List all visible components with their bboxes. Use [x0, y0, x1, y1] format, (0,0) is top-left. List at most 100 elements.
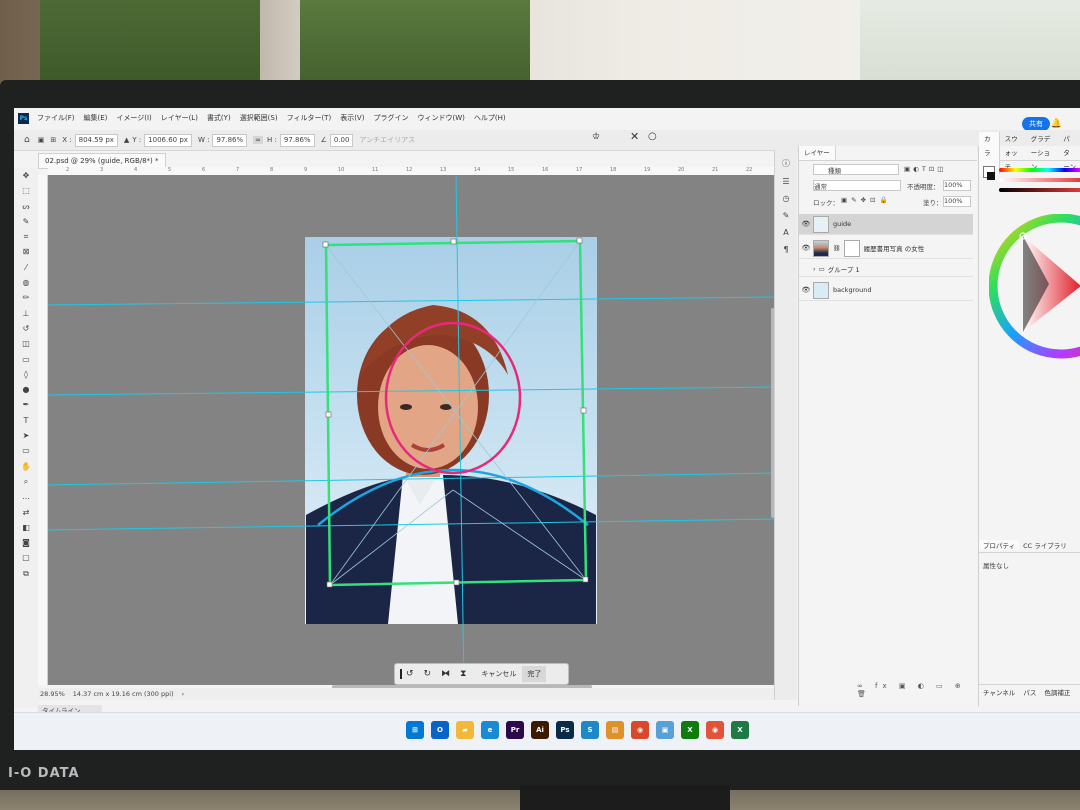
eye-icon[interactable]: 👁 [799, 220, 813, 228]
share-button[interactable]: 共有 [1022, 117, 1050, 131]
chrome-icon[interactable]: ◉ [631, 721, 649, 739]
dodge-tool-icon[interactable]: ● [23, 382, 30, 397]
brush-settings-icon[interactable]: ✎ [783, 211, 790, 220]
photoshop-icon[interactable]: Ps [556, 721, 574, 739]
tab-channels[interactable]: チャンネル [979, 687, 1019, 697]
brightness-slider[interactable] [999, 188, 1080, 192]
frame-tool-icon[interactable]: ⊠ [23, 244, 30, 259]
menu-window[interactable]: ウィンドウ(W) [417, 113, 464, 123]
redo-icon[interactable]: ↻ [424, 669, 432, 679]
layer-row-background[interactable]: 👁 background [799, 280, 973, 301]
menu-filter[interactable]: フィルター(T) [287, 113, 332, 123]
chain-icon[interactable]: ⛓ [833, 245, 841, 252]
x-field[interactable]: 804.59 px [74, 133, 118, 147]
layers-footer-icons[interactable]: ∞ fx ▣ ◐ ▭ ⊕ 🗑 [857, 682, 977, 698]
chevron-right-icon[interactable]: › [813, 265, 816, 273]
shape-tool-icon[interactable]: ▭ [22, 443, 30, 458]
color-swatches-icon[interactable]: ◧ [22, 520, 30, 535]
fill-field[interactable]: 100% [943, 196, 971, 207]
hue-slider[interactable] [999, 168, 1080, 172]
quick-mask-icon[interactable]: ◙ [22, 535, 30, 550]
zoom-level[interactable]: 28.95% [40, 690, 65, 698]
eraser-tool-icon[interactable]: ◫ [22, 336, 30, 351]
crop-tool-icon[interactable]: ⌗ [24, 229, 29, 244]
delta-icon[interactable]: ▲ [124, 136, 129, 144]
app-orange-icon[interactable]: ▤ [606, 721, 624, 739]
document-size[interactable]: 14.37 cm x 19.16 cm (300 ppi) [73, 690, 174, 698]
tab-cc-libraries[interactable]: CC ライブラリ [1019, 540, 1071, 550]
brush-tool-icon[interactable]: ✏ [23, 290, 30, 305]
warp-icon[interactable]: ♔ [592, 132, 600, 142]
y-field[interactable]: 1006.60 px [144, 133, 192, 147]
premiere-icon[interactable]: Pr [506, 721, 524, 739]
status-arrow-icon[interactable]: › [182, 690, 185, 698]
move-tool-icon[interactable]: ✥ [23, 168, 30, 183]
menu-help[interactable]: ヘルプ(H) [474, 113, 506, 123]
stamp-tool-icon[interactable]: ⊥ [23, 306, 30, 321]
xbox-icon[interactable]: X [681, 721, 699, 739]
link-icon[interactable]: ∞ [253, 136, 263, 144]
history-brush-icon[interactable]: ↺ [23, 321, 30, 336]
layer-row-photo[interactable]: 👁 ⛓ 履歴書用写真 の女性 [799, 238, 973, 259]
chrome-2-icon[interactable]: ◉ [706, 721, 724, 739]
layer-kind-filter[interactable]: 種類 [813, 164, 899, 175]
color-wheel[interactable] [989, 214, 1080, 362]
screen-mode-icon[interactable]: ▢ [22, 550, 30, 565]
adjustments-icon[interactable]: ☰ [782, 177, 789, 186]
outlook-icon[interactable]: O [431, 721, 449, 739]
saturation-slider[interactable] [999, 178, 1080, 182]
flip-vertical-icon[interactable]: ⧗ [460, 669, 466, 679]
cancel-button[interactable]: キャンセル [477, 667, 520, 681]
hand-tool-icon[interactable]: ✋ [21, 459, 31, 474]
excel-icon[interactable]: X [731, 721, 749, 739]
eye-icon[interactable]: 👁 [799, 244, 813, 252]
menu-select[interactable]: 選択範囲(S) [240, 113, 278, 123]
info-icon[interactable]: ⓘ [782, 158, 790, 169]
antialias-label[interactable]: アンチエイリアス [359, 135, 415, 145]
swap-colors-icon[interactable]: ⇄ [23, 505, 30, 520]
store-icon[interactable]: ▣ [656, 721, 674, 739]
pen-tool-icon[interactable]: ✒ [23, 397, 30, 412]
zoom-tool-icon[interactable]: ⌕ [24, 474, 28, 489]
undo-icon[interactable]: ↺ [400, 669, 414, 679]
quick-select-icon[interactable]: ✎ [23, 214, 30, 229]
tab-properties[interactable]: プロパティ [979, 540, 1020, 550]
tab-paths[interactable]: パス [1019, 687, 1040, 697]
cancel-transform-icon[interactable]: ✕ [630, 130, 639, 143]
character-icon[interactable]: A [783, 228, 788, 237]
w-field[interactable]: 97.86% [212, 133, 248, 147]
eyedropper-icon[interactable]: ⁄ [25, 260, 26, 275]
healing-brush-icon[interactable]: ◍ [23, 275, 30, 290]
h-field[interactable]: 97.86% [279, 133, 315, 147]
app-s-icon[interactable]: S [581, 721, 599, 739]
home-icon[interactable]: ⌂ [24, 135, 30, 145]
illustrator-icon[interactable]: Ai [531, 721, 549, 739]
tab-layers[interactable]: レイヤー [799, 146, 836, 160]
layer-row-guide[interactable]: 👁 guide [799, 214, 973, 235]
tab-adjustments[interactable]: 色調補正 [1040, 687, 1074, 697]
marquee-tool-icon[interactable]: ⬚ [22, 183, 30, 198]
share-tool-icon[interactable]: ⧉ [23, 566, 29, 581]
paragraph-icon[interactable]: ¶ [783, 245, 788, 254]
transform-icon[interactable]: ▣ [38, 136, 45, 144]
menu-view[interactable]: 表示(V) [340, 113, 364, 123]
windows-start-icon[interactable]: ⊞ [406, 721, 424, 739]
blur-tool-icon[interactable]: ◊ [24, 367, 28, 382]
menu-plugins[interactable]: プラグイン [373, 113, 408, 123]
blend-mode-select[interactable]: 通常 [813, 180, 901, 191]
layer-row-group[interactable]: › ▭ グループ 1 [799, 262, 973, 277]
commit-transform-icon[interactable]: ○ [648, 131, 657, 142]
path-select-icon[interactable]: ➤ [23, 428, 30, 443]
eye-icon[interactable]: 👁 [799, 286, 813, 294]
opacity-field[interactable]: 100% [943, 180, 971, 191]
done-button[interactable]: 完了 [522, 666, 547, 682]
canvas-area[interactable]: ↺ ↻ ⧓ ⧗ キャンセル 完了 [48, 175, 778, 685]
menu-type[interactable]: 書式(Y) [207, 113, 231, 123]
layer-filter-icons[interactable]: ▣◐T⊡◫ [904, 165, 946, 173]
more-tools-icon[interactable]: … [22, 489, 30, 504]
history-icon[interactable]: ◷ [783, 194, 790, 203]
flip-horizontal-icon[interactable]: ⧓ [441, 669, 450, 679]
angle-field[interactable]: 0.00 [329, 133, 354, 147]
edge-icon[interactable]: e [481, 721, 499, 739]
file-explorer-icon[interactable]: ▰ [456, 721, 474, 739]
